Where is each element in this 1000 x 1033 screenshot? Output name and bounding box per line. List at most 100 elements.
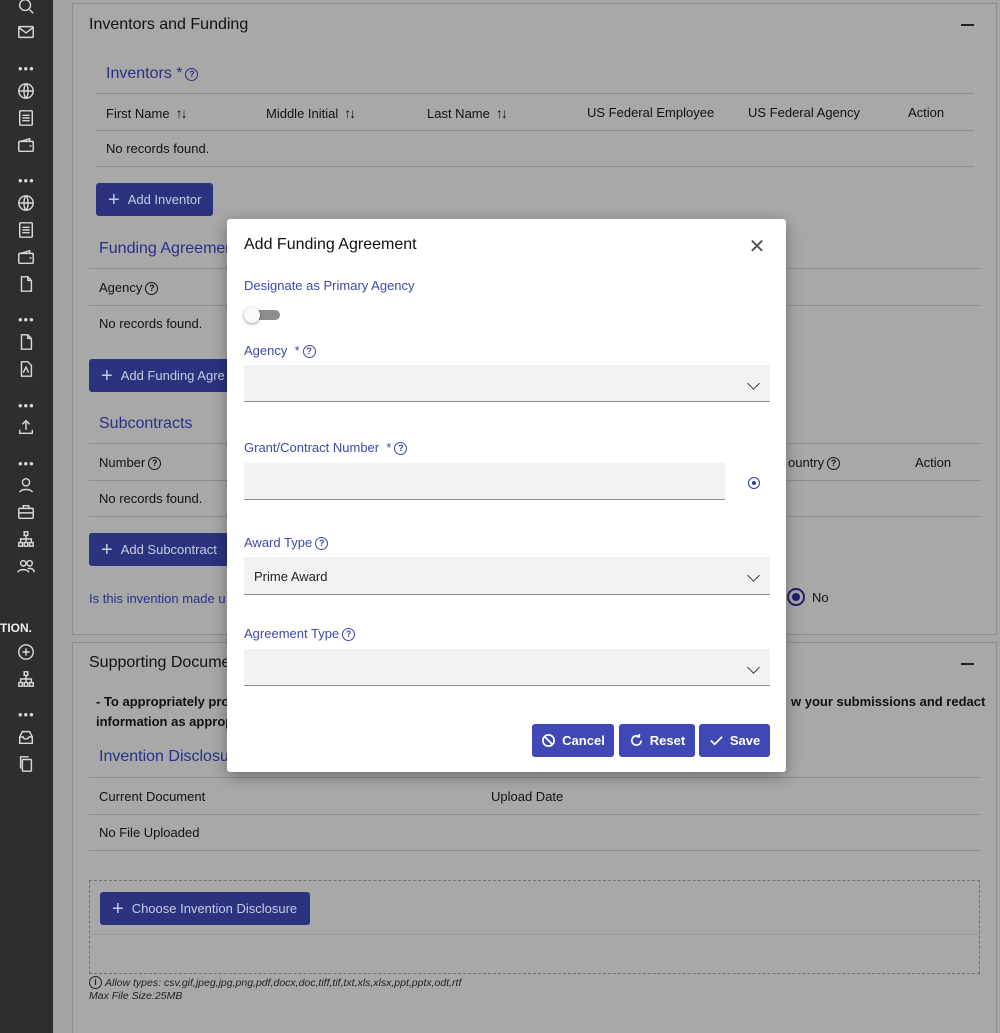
- divider: [90, 934, 979, 935]
- agency-label: Agency *?: [244, 343, 316, 358]
- globe-icon[interactable]: [16, 193, 36, 213]
- funding-title: Funding Agreemen: [99, 240, 235, 257]
- inbox-icon[interactable]: [16, 727, 36, 747]
- file-icon[interactable]: [16, 274, 36, 294]
- clear-icon[interactable]: [748, 477, 760, 489]
- grant-contract-label: Grant/Contract Number *?: [244, 440, 408, 455]
- column-current-document: Current Document: [99, 789, 206, 804]
- plus-icon: +: [108, 188, 120, 211]
- close-icon[interactable]: ✕: [748, 237, 766, 257]
- add-funding-agreement-dialog: Add Funding Agreement ✕ Designate as Pri…: [227, 219, 786, 772]
- plus-icon: +: [101, 538, 113, 561]
- divider: [89, 777, 981, 778]
- disclosure-title: Invention Disclosu: [99, 748, 229, 765]
- subcontracts-title: Subcontracts: [99, 415, 193, 432]
- divider: [96, 93, 974, 94]
- invention-question: Is this invention made u: [89, 591, 226, 606]
- collapse-icon[interactable]: [961, 663, 974, 665]
- collapse-icon[interactable]: [961, 24, 974, 26]
- add-inventor-button[interactable]: + Add Inventor: [96, 183, 213, 216]
- empty-message: No records found.: [106, 141, 210, 156]
- empty-message: No records found.: [99, 316, 203, 331]
- upload-icon[interactable]: [16, 417, 36, 437]
- dialog-title: Add Funding Agreement: [244, 236, 417, 253]
- column-action: Action: [908, 105, 945, 120]
- add-subcontract-button[interactable]: + Add Subcontract: [89, 533, 239, 566]
- pdf-icon[interactable]: [16, 359, 36, 379]
- help-icon[interactable]: ?: [302, 345, 316, 358]
- no-file-message: No File Uploaded: [99, 825, 200, 840]
- help-icon[interactable]: ?: [342, 628, 356, 641]
- org-chart-icon[interactable]: [16, 669, 36, 689]
- sort-icon[interactable]: ↑↓: [496, 105, 508, 121]
- briefcase-icon[interactable]: [16, 502, 36, 522]
- award-type-value: Prime Award: [254, 569, 328, 584]
- chevron-down-icon: [747, 377, 760, 390]
- users-icon[interactable]: [16, 556, 36, 576]
- divider: [96, 166, 974, 167]
- primary-agency-label: Designate as Primary Agency: [244, 278, 415, 293]
- column-last-name[interactable]: Last Name ↑↓: [427, 105, 508, 121]
- max-size-note: Max File Size:25MB: [89, 990, 183, 1002]
- help-icon[interactable]: ?: [315, 537, 329, 550]
- primary-agency-toggle[interactable]: [244, 307, 282, 323]
- list-icon[interactable]: [16, 108, 36, 128]
- toggle-knob: [244, 307, 260, 323]
- info-icon: i: [89, 976, 102, 989]
- help-icon[interactable]: ?: [145, 282, 159, 295]
- search-icon[interactable]: [16, 0, 36, 16]
- help-icon[interactable]: ?: [827, 457, 841, 470]
- org-chart-icon[interactable]: [16, 529, 36, 549]
- plus-icon: +: [112, 897, 124, 920]
- reset-button[interactable]: Reset: [619, 724, 695, 757]
- globe-icon[interactable]: [16, 81, 36, 101]
- sidebar-section-label: TION.: [0, 621, 32, 635]
- user-icon[interactable]: [16, 475, 36, 495]
- column-first-name[interactable]: First Name ↑↓: [106, 105, 188, 121]
- file-icon[interactable]: [16, 332, 36, 352]
- sort-icon[interactable]: ↑↓: [176, 105, 188, 121]
- check-icon: [710, 736, 723, 746]
- column-us-federal-agency: US Federal Agency: [748, 105, 861, 120]
- more-dots-icon[interactable]: •••: [18, 457, 36, 470]
- more-dots-icon[interactable]: •••: [18, 174, 36, 187]
- more-dots-icon[interactable]: •••: [18, 399, 36, 412]
- column-number: Number?: [99, 455, 162, 470]
- save-button[interactable]: Save: [699, 724, 770, 757]
- sort-icon[interactable]: ↑↓: [344, 105, 356, 121]
- agreement-type-label: Agreement Type?: [244, 626, 356, 641]
- help-icon[interactable]: ?: [394, 442, 408, 455]
- grant-contract-input[interactable]: [244, 463, 725, 500]
- more-dots-icon[interactable]: •••: [18, 708, 36, 721]
- wallet-icon[interactable]: [16, 135, 36, 155]
- instruction-text: information as appropr: [96, 714, 239, 729]
- help-icon[interactable]: ?: [148, 457, 162, 470]
- ban-icon: [542, 734, 556, 747]
- column-upload-date: Upload Date: [491, 789, 564, 804]
- column-middle-initial[interactable]: Middle Initial ↑↓: [266, 105, 356, 121]
- choose-invention-disclosure-button[interactable]: + Choose Invention Disclosure: [100, 892, 310, 925]
- column-country: ountry?: [788, 455, 841, 470]
- column-us-federal-employee: US Federal Employee: [587, 105, 715, 120]
- mail-icon[interactable]: [16, 22, 36, 42]
- copy-icon[interactable]: [16, 754, 36, 774]
- wallet-icon[interactable]: [16, 247, 36, 267]
- sidebar: ••• ••• ••• ••• ••• TION. •••: [0, 0, 53, 1033]
- radio-no-label: No: [812, 590, 829, 605]
- agreement-type-select[interactable]: [244, 649, 770, 686]
- divider: [89, 814, 981, 815]
- add-circle-icon[interactable]: [16, 642, 36, 662]
- more-dots-icon[interactable]: •••: [18, 62, 36, 75]
- allowed-types-note: i Allow types: csv,gif,jpeg,jpg,png,pdf,d…: [89, 976, 461, 989]
- chevron-down-icon: [747, 569, 760, 582]
- card-title: Supporting Docume: [89, 654, 231, 671]
- more-dots-icon[interactable]: •••: [18, 313, 36, 326]
- card-title: Inventors and Funding: [89, 16, 249, 33]
- add-funding-agreement-button[interactable]: + Add Funding Agre: [89, 359, 239, 392]
- list-icon[interactable]: [16, 220, 36, 240]
- radio-no[interactable]: [787, 588, 805, 606]
- award-type-select[interactable]: Prime Award: [244, 557, 770, 595]
- cancel-button[interactable]: Cancel: [532, 724, 614, 757]
- agency-select[interactable]: [244, 365, 770, 402]
- help-icon[interactable]: ?: [185, 68, 199, 81]
